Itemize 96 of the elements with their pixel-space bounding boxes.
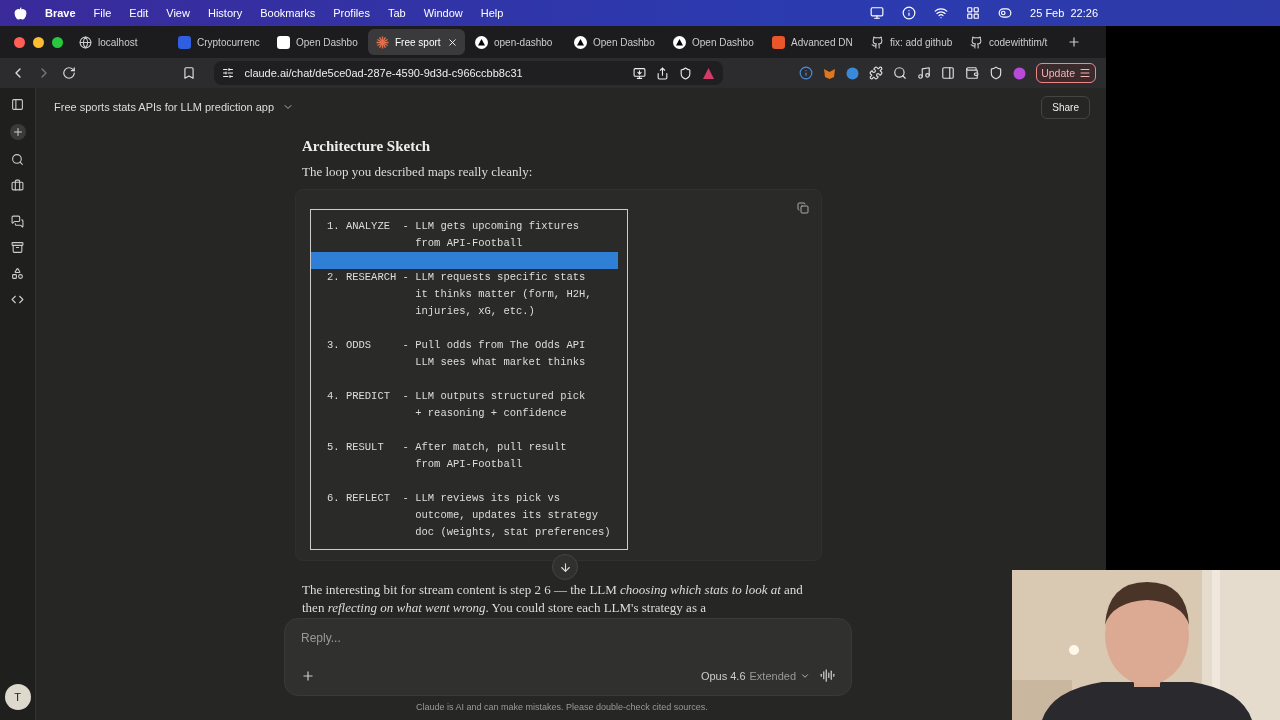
browser-tab[interactable]: Open Dashbo [566,29,663,55]
intro-text: The loop you described maps really cleanly: [302,163,534,181]
menu-item[interactable]: Window [423,7,463,19]
step-description: from API-Football [414,236,524,251]
menu-item[interactable]: Bookmarks [260,7,316,19]
wifi-icon[interactable] [934,6,949,20]
step-description: it thinks matter (form, H2H, [414,287,593,302]
browser-tab[interactable]: Open Dashbo [665,29,762,55]
info-icon[interactable] [902,6,917,20]
share-button[interactable]: Share [1041,95,1090,119]
model-selector[interactable]: Opus 4.6 Extended [700,669,810,682]
user-avatar[interactable]: T [4,684,31,710]
menu-item[interactable]: Help [480,7,504,19]
new-tab-icon[interactable] [1067,35,1081,49]
briefcase-icon[interactable] [11,179,24,192]
shield-icon[interactable] [678,66,692,80]
step-description: - LLM requests specific stats [402,270,587,285]
menu-icon [1079,67,1091,79]
step-description: - LLM gets upcoming fixtures [402,219,581,234]
browser-tab[interactable]: codewithtim/t [962,29,1059,55]
menu-item[interactable]: View [166,7,190,19]
sidebar-icon[interactable] [941,66,956,80]
copy-icon[interactable] [797,202,809,214]
menu-item[interactable]: Profiles [333,7,370,19]
site-icon [277,35,290,49]
new-chat-icon[interactable] [9,124,26,140]
step-label: 6. REFLECT [327,491,391,506]
sidebar-icon[interactable] [11,98,24,111]
response-paragraph: The interesting bit for stream content is step 2 6 — the LLM choosing which stats to look at and then reflecting on what went wrong. You could store each LLM's strategy as a [302,581,804,617]
site-icon [178,35,191,49]
triangle-icon[interactable] [701,66,715,80]
step-description: LLM sees what market thinks [414,355,587,370]
browser-tab[interactable]: open-dashbo [467,29,564,55]
code-icon[interactable] [11,293,24,306]
browser-tab[interactable]: Open Dashbo [269,29,366,55]
chat-title[interactable]: Free sports stats APIs for LLM prediction app [54,101,275,113]
site-icon [772,35,785,49]
menu-item[interactable]: Edit [129,7,149,19]
step-description: injuries, xG, etc.) [414,304,536,319]
grid-icon[interactable] [966,6,981,20]
sunburst-icon [376,35,389,49]
add-icon[interactable] [301,668,315,683]
browser-tab[interactable]: fix: add github [863,29,960,55]
browser-tab[interactable]: localhost [71,29,168,55]
screen-icon[interactable] [870,6,885,20]
search-icon[interactable] [893,66,908,80]
address-bar[interactable]: claude.ai/chat/de5ce0ad-287e-4590-9d3d-c966ccbb8c31 [214,61,723,85]
github-icon [970,35,983,49]
github-icon [871,35,884,49]
step-description: + reasoning + confidence [414,406,568,421]
shapes-icon[interactable] [11,267,24,280]
step-description: outcome, updates its strategy [414,508,599,523]
menu-item[interactable]: History [207,7,243,19]
minimize-dot[interactable] [33,36,44,48]
search-icon[interactable] [11,153,24,166]
step-label: 3. ODDS [327,338,373,353]
step-description: - After match, pull result [402,440,568,455]
reload-icon[interactable] [62,66,76,80]
step-description: doc (weights, stat preferences) [414,525,612,540]
menu-item[interactable]: Tab [387,7,406,19]
install-icon[interactable] [632,66,646,80]
sliders-icon[interactable] [222,67,235,79]
section-heading: Architecture Sketch [302,138,432,155]
bookmark-icon[interactable] [182,66,197,80]
disclaimer-text: Claude is AI and can make mistakes. Please double-check cited sources. [416,702,708,712]
archive-icon[interactable] [11,241,24,254]
toggle-icon[interactable] [998,6,1013,20]
step-description: from API-Football [414,457,524,472]
step-description: - LLM reviews its pick vs [402,491,562,506]
update-button[interactable]: Update [1036,63,1096,83]
step-description: - LLM outputs structured pick [402,389,587,404]
chats-icon[interactable] [11,215,24,228]
shield-icon[interactable] [989,66,1004,80]
zoom-dot[interactable] [52,36,63,48]
browser-tab[interactable]: Cryptocurrenc [170,29,267,55]
browser-tab[interactable]: Free sport [368,29,465,55]
reply-box[interactable]: Reply... Opus 4.6 Extended [284,618,852,696]
app-menu[interactable]: Brave [45,7,76,19]
share-icon[interactable] [655,66,669,80]
step-description: - Pull odds from The Odds API [402,338,587,353]
wallet-icon[interactable] [965,66,980,80]
step-label: 4. PREDICT [327,389,391,404]
voice-icon[interactable] [820,668,835,683]
reply-field[interactable]: Reply... [301,631,835,645]
browser-tab[interactable]: Advanced DN [764,29,861,55]
music-icon[interactable] [917,66,932,80]
close-icon[interactable] [446,36,458,48]
menu-item[interactable]: File [93,7,112,19]
arrow-down-icon [558,560,572,574]
step-label: 5. RESULT [327,440,385,455]
clock[interactable]: 25 Feb 22:26 [1030,7,1098,19]
step-label: 2. RESEARCH [327,270,398,285]
close-dot[interactable] [14,36,25,48]
puzzle-icon[interactable] [869,66,884,80]
step-label: 1. ANALYZE [327,219,391,234]
apple-icon[interactable] [14,6,27,20]
